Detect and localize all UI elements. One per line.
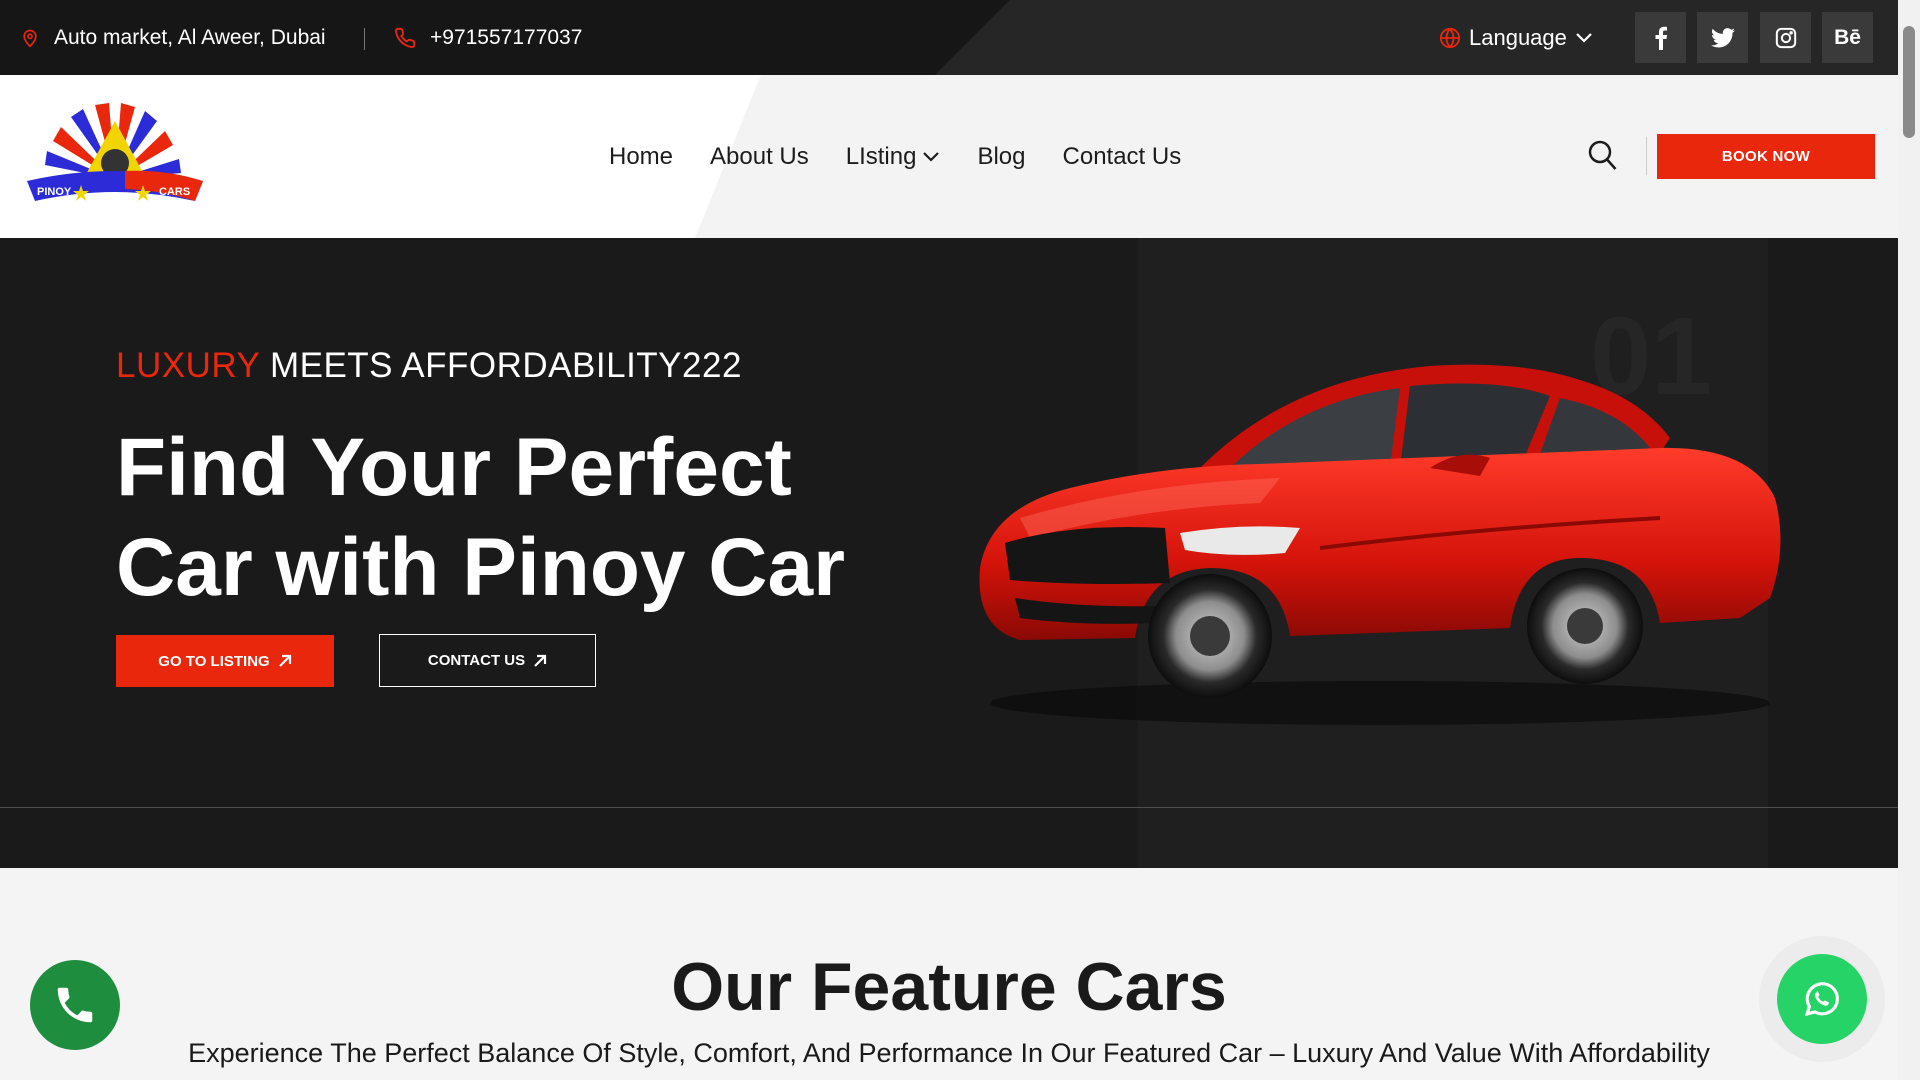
globe-icon	[1439, 27, 1461, 48]
whatsapp-floating-button[interactable]	[1777, 954, 1867, 1044]
book-now-button[interactable]: BOOK NOW	[1657, 134, 1875, 179]
svg-text:CARS: CARS	[159, 186, 190, 198]
site-header: PINOY CARS Home About Us LIsting Blog Co…	[0, 75, 1898, 238]
arrow-up-right-icon	[534, 654, 547, 667]
search-icon[interactable]	[1588, 140, 1618, 172]
nav-home[interactable]: Home	[609, 143, 673, 171]
nav-listing[interactable]: LIsting	[846, 143, 941, 171]
contact-us-label: CONTACT US	[427, 652, 526, 669]
go-to-listing-label: GO TO LISTING	[158, 652, 270, 670]
feature-section-title: Our Feature Cars	[671, 949, 1227, 1025]
chevron-down-icon	[923, 151, 940, 162]
chevron-down-icon	[1576, 32, 1592, 43]
hero-section: 01 LUXURY MEETS AFFORDABILITY222 Find Yo…	[0, 238, 1898, 868]
nav-contact[interactable]: Contact Us	[1063, 143, 1182, 171]
svg-text:PINOY: PINOY	[37, 186, 72, 198]
nav-listing-label: LIsting	[845, 142, 917, 170]
nav-about[interactable]: About Us	[710, 143, 809, 171]
eyebrow-highlight: LUXURY	[116, 346, 260, 385]
call-floating-button[interactable]	[30, 960, 120, 1050]
feature-cars-section: Our Feature Cars Experience The Perfect …	[0, 868, 1898, 1080]
hero-title: Find Your Perfect Car with Pinoy Car	[116, 418, 936, 618]
contact-us-button[interactable]: CONTACT US	[379, 634, 596, 687]
phone-item[interactable]: +971557177037	[394, 0, 582, 75]
hero-eyebrow: LUXURY MEETS AFFORDABILITY222	[116, 346, 742, 386]
header-divider	[1646, 137, 1647, 175]
location-pin-icon	[23, 29, 37, 48]
page-scrollbar-track[interactable]	[1898, 0, 1920, 1080]
topbar-accent-panel	[935, 0, 1898, 75]
hero-title-line-2: Car with Pinoy Car	[116, 522, 846, 613]
behance-icon: Bē	[1834, 25, 1861, 49]
hero-title-line-1: Find Your Perfect	[116, 422, 792, 513]
language-selector[interactable]: Language	[1439, 0, 1593, 75]
twitter-link[interactable]	[1697, 12, 1748, 63]
address-item: Auto market, Al Aweer, Dubai	[20, 0, 326, 75]
nav-blog[interactable]: Blog	[977, 143, 1025, 171]
page-scrollbar-thumb[interactable]	[1903, 26, 1915, 138]
topbar-divider	[364, 28, 365, 50]
phone-icon	[395, 27, 416, 48]
phone-icon	[57, 987, 93, 1023]
facebook-icon	[1655, 26, 1667, 50]
eyebrow-rest: MEETS AFFORDABILITY222	[259, 346, 742, 385]
feature-section-subtitle: Experience The Perfect Balance Of Style,…	[188, 1038, 1710, 1068]
phone-text: +971557177037	[430, 25, 583, 49]
pinoy-cars-logo[interactable]: PINOY CARS	[25, 101, 205, 211]
red-sports-car-image	[979, 364, 1781, 725]
go-to-listing-button[interactable]: GO TO LISTING	[116, 635, 334, 687]
arrow-up-right-icon	[278, 654, 291, 667]
twitter-icon	[1710, 27, 1735, 47]
facebook-link[interactable]	[1635, 12, 1686, 63]
behance-link[interactable]: Bē	[1822, 12, 1873, 63]
instagram-icon	[1775, 27, 1796, 48]
top-info-bar: Auto market, Al Aweer, Dubai +9715571770…	[0, 0, 1898, 75]
address-text: Auto market, Al Aweer, Dubai	[54, 25, 326, 49]
language-label: Language	[1469, 24, 1567, 50]
hero-divider	[0, 807, 1898, 808]
whatsapp-icon	[1804, 982, 1839, 1017]
instagram-link[interactable]	[1760, 12, 1811, 63]
main-nav: Home About Us LIsting Blog Contact Us	[609, 75, 1218, 238]
